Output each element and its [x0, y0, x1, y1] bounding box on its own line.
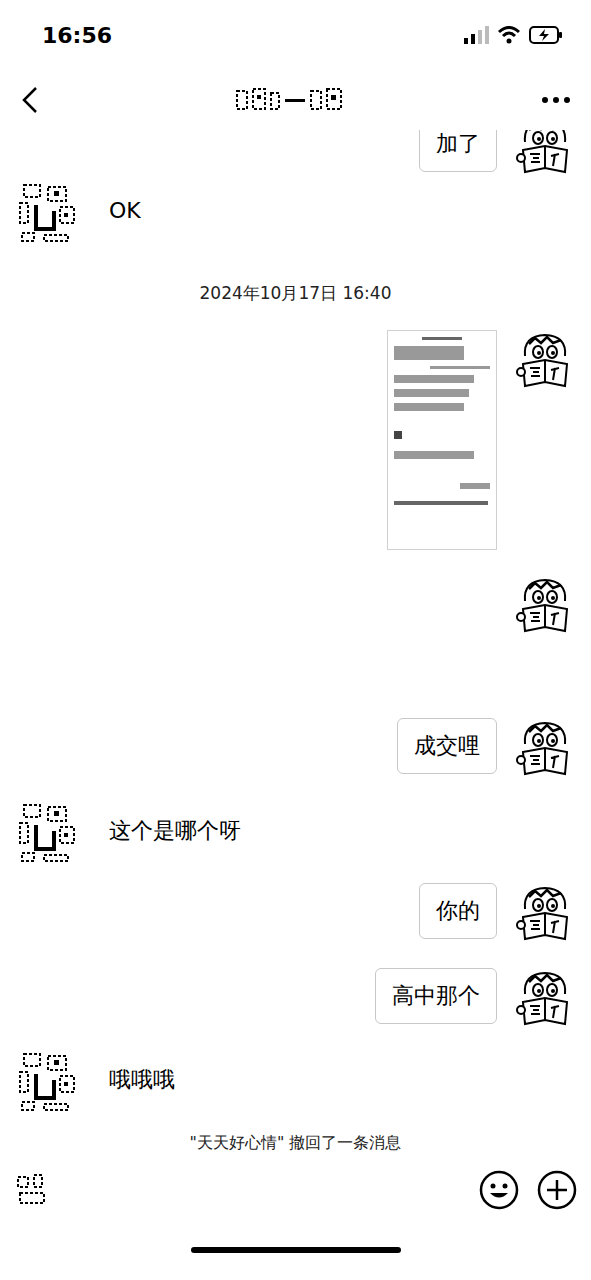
message-bubble[interactable]: 你的	[419, 883, 497, 939]
status-bar: 16:56	[0, 0, 591, 70]
my-avatar-icon[interactable]	[515, 575, 575, 635]
message-bubble[interactable]: 高中那个	[375, 968, 497, 1024]
message-list: 加了 OK 2024年10月17日 16:40 成交哩这个是哪个呀你的高中那个哦哦哦 "…	[0, 130, 591, 1160]
message-row: 这个是哪个呀	[0, 803, 591, 863]
message-bubble[interactable]: 加了	[419, 130, 497, 172]
contact-title-pixelated	[235, 87, 347, 113]
message-text: 这个是哪个呀	[109, 818, 241, 843]
contact-avatar-icon[interactable]	[18, 183, 78, 243]
message-row: 你的	[0, 883, 591, 943]
message-row	[0, 330, 591, 550]
my-avatar-icon[interactable]	[515, 330, 575, 390]
message-row: 高中那个	[0, 968, 591, 1028]
message-row	[0, 575, 591, 695]
blank-sticker[interactable]	[387, 575, 497, 695]
plus-icon[interactable]	[537, 1170, 577, 1210]
message-row: 哦哦哦	[0, 1052, 591, 1112]
my-avatar-icon[interactable]	[515, 130, 575, 176]
emoji-icon[interactable]	[479, 1170, 519, 1210]
contact-avatar-icon[interactable]	[18, 1052, 78, 1112]
message-text: OK	[109, 198, 141, 223]
status-time: 16:56	[42, 19, 112, 52]
my-avatar-icon[interactable]	[515, 718, 575, 778]
message-bubble[interactable]: 成交哩	[397, 718, 497, 774]
message-text: 你的	[436, 898, 480, 923]
timestamp: 2024年10月17日 16:40	[200, 280, 392, 306]
my-avatar-icon[interactable]	[515, 968, 575, 1028]
message-row: OK	[0, 183, 591, 243]
message-row: 2024年10月17日 16:40	[0, 280, 591, 306]
message-bubble[interactable]: OK	[92, 183, 158, 239]
chat-header	[0, 70, 591, 130]
voice-icon[interactable]	[14, 1171, 52, 1209]
signal-icon	[463, 26, 489, 44]
message-bubble[interactable]: 这个是哪个呀	[92, 803, 258, 859]
screenshot-image[interactable]	[387, 330, 497, 550]
message-text: 成交哩	[414, 733, 480, 758]
message-row: 成交哩	[0, 718, 591, 778]
wifi-icon	[497, 26, 521, 44]
more-icon[interactable]	[541, 96, 571, 104]
battery-icon	[529, 26, 563, 44]
contact-avatar-icon[interactable]	[18, 803, 78, 863]
message-row: 加了	[0, 130, 591, 176]
back-icon[interactable]	[20, 86, 40, 114]
message-text: 哦哦哦	[109, 1067, 175, 1092]
message-text: 加了	[436, 131, 480, 156]
message-bubble[interactable]: 哦哦哦	[92, 1052, 192, 1108]
recall-notice: "天天好心情" 撤回了一条消息	[190, 1132, 402, 1154]
input-bar	[0, 1160, 591, 1220]
home-indicator[interactable]	[191, 1247, 401, 1253]
message-row: "天天好心情" 撤回了一条消息	[0, 1132, 591, 1154]
my-avatar-icon[interactable]	[515, 883, 575, 943]
message-text: 高中那个	[392, 983, 480, 1008]
